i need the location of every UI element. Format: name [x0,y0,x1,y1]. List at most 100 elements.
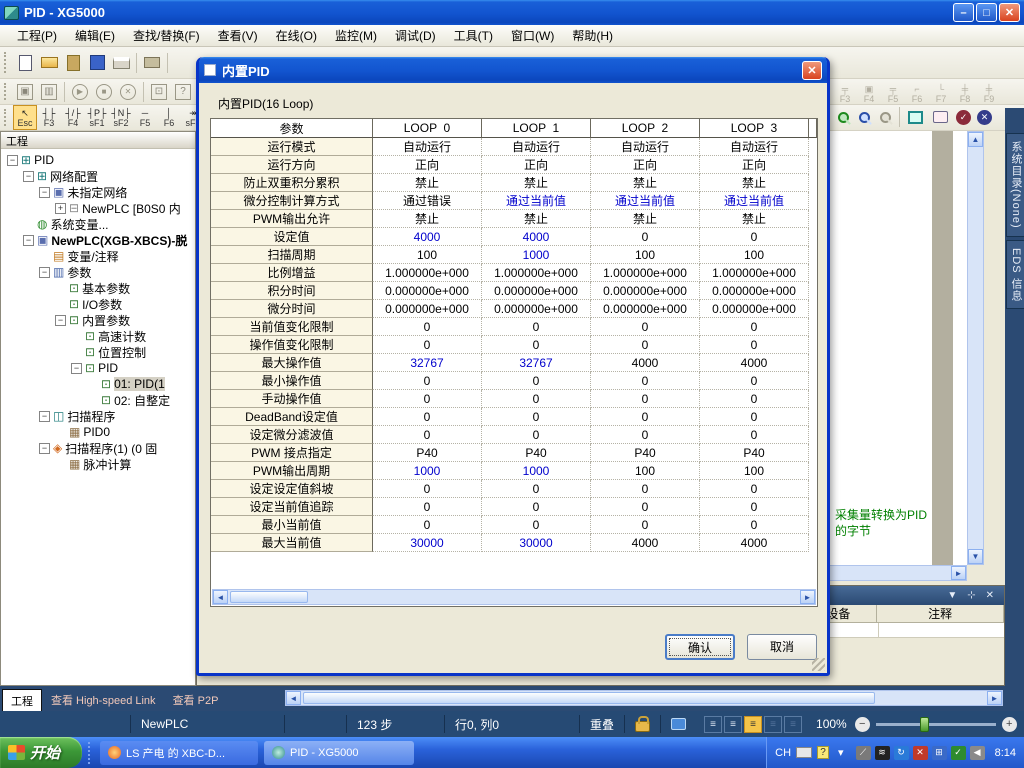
param-value-cell[interactable]: 0 [700,480,809,498]
basket-icon[interactable]: ▥ [37,80,61,104]
param-value-cell[interactable]: 100 [373,246,482,264]
param-value-cell[interactable]: 禁止 [591,174,700,192]
reject-icon[interactable]: ✕ [977,110,992,125]
menu-item[interactable]: 窗口(W) [502,24,563,47]
pen-view-icon[interactable]: ≡ [724,716,742,733]
monitor-icon[interactable] [661,715,696,733]
panel-tab-view[interactable]: 查看 High-speed Link [43,689,164,711]
abort-icon[interactable]: ✕ [116,80,140,104]
save-icon[interactable] [85,51,109,75]
collapse-icon[interactable]: − [39,267,50,278]
pin-icon[interactable]: ⊹ [967,590,975,601]
param-value-cell[interactable]: 0 [700,318,809,336]
param-value-cell[interactable]: 30000 [482,534,591,552]
tree-item[interactable]: −◈扫描程序(1) (0 固 [1,440,195,456]
param-value-cell[interactable]: 0.000000e+000 [591,300,700,318]
accept-icon[interactable]: ✓ [956,110,971,125]
zoom-out-button[interactable]: − [855,717,870,732]
run-icon[interactable]: ▶ [68,80,92,104]
param-value-cell[interactable]: 禁止 [482,174,591,192]
tree-item[interactable]: −◫扫描程序 [1,408,195,424]
param-value-cell[interactable]: 1.000000e+000 [482,264,591,282]
toolbar-grip[interactable] [4,52,9,74]
param-value-cell[interactable]: 0 [591,480,700,498]
tree-item[interactable]: ⊡位置控制 [1,344,195,360]
keyboard-icon[interactable] [796,747,812,758]
menu-item[interactable]: 帮助(H) [563,24,622,47]
param-value-cell[interactable]: 0 [482,426,591,444]
param-value-cell[interactable]: 0 [591,390,700,408]
tree-item[interactable]: −⊞PID [1,152,195,168]
ladder-tool-esc[interactable]: ↖Esc [13,105,37,130]
param-value-cell[interactable]: 1.000000e+000 [700,264,809,282]
param-value-cell[interactable]: 4000 [591,534,700,552]
ladder-tool-sf1[interactable]: ┤P├sF1 [85,105,109,130]
close-button[interactable]: ✕ [999,3,1020,22]
frame-icon[interactable]: ▣ [13,80,37,104]
grid-horizontal-scrollbar[interactable]: ◄ ► [212,589,816,605]
info-icon[interactable]: ⊡ [147,80,171,104]
minimize-button[interactable]: – [953,3,974,22]
print-icon[interactable] [109,51,133,75]
param-value-cell[interactable]: 1.000000e+000 [373,264,482,282]
scroll-right-icon[interactable]: ► [800,590,815,604]
tree-item[interactable]: ⊡基本参数 [1,280,195,296]
tree-item[interactable]: −▥参数 [1,264,195,280]
param-value-cell[interactable]: 自动运行 [373,138,482,156]
scroll-left-icon[interactable]: ◄ [286,691,301,705]
param-value-cell[interactable]: 0 [591,426,700,444]
param-value-cell[interactable]: 1000 [482,246,591,264]
param-value-cell[interactable]: 0 [373,390,482,408]
comment-icon[interactable] [933,111,948,123]
param-value-cell[interactable]: 0 [700,498,809,516]
ladder-tool-f3[interactable]: ┤├F3 [37,105,61,130]
param-value-cell[interactable]: 32767 [373,354,482,372]
param-value-cell[interactable]: 0.000000e+000 [373,300,482,318]
param-value-cell[interactable]: 0 [373,372,482,390]
param-value-cell[interactable]: 0 [373,336,482,354]
ladder-tool-f5[interactable]: ─F5 [133,105,157,130]
param-value-cell[interactable]: 0 [700,516,809,534]
ladder-tool-sf2[interactable]: ┤N├sF2 [109,105,133,130]
tree-item[interactable]: −⊡内置参数 [1,312,195,328]
toolbar-grip[interactable] [4,109,9,127]
menu-item[interactable]: 编辑(E) [66,24,124,47]
param-value-cell[interactable]: 0 [482,336,591,354]
param-value-cell[interactable]: 0.000000e+000 [700,282,809,300]
help-tip-icon[interactable]: ? [171,80,195,104]
tree-item[interactable]: −⊡PID [1,360,195,376]
param-value-cell[interactable]: 1.000000e+000 [591,264,700,282]
tree-item[interactable]: −▣NewPLC(XGB-XBCS)-脱 [1,232,195,248]
param-value-cell[interactable]: P40 [482,444,591,462]
param-value-cell[interactable]: 0 [482,318,591,336]
network-icon[interactable]: ⊞ [932,746,947,760]
param-value-cell[interactable]: 0 [591,228,700,246]
collapse-icon[interactable]: − [55,315,66,326]
scroll-left-icon[interactable]: ◄ [213,590,228,604]
tree-item[interactable]: ⊡I/O参数 [1,296,195,312]
param-value-cell[interactable]: 0 [373,498,482,516]
param-value-cell[interactable]: 100 [700,462,809,480]
ok-button[interactable]: 确认 [665,634,735,660]
param-value-cell[interactable]: 自动运行 [591,138,700,156]
param-value-cell[interactable]: 4000 [700,534,809,552]
panel-tab-project[interactable]: 工程 [2,689,42,711]
param-value-cell[interactable]: 0 [591,516,700,534]
param-value-cell[interactable]: 禁止 [700,174,809,192]
param-value-cell[interactable]: 0 [482,516,591,534]
start-button[interactable]: 开始 [0,737,82,768]
param-value-cell[interactable]: 正向 [591,156,700,174]
tree-item[interactable]: −⊞网络配置 [1,168,195,184]
scroll-down-icon[interactable]: ▼ [968,549,983,564]
panel-close-icon[interactable]: ✕ [986,590,994,601]
open-folder-icon[interactable] [37,51,61,75]
column-comment[interactable]: 注释 [877,605,1004,622]
param-value-cell[interactable]: 0 [700,372,809,390]
param-value-cell[interactable]: 0.000000e+000 [373,282,482,300]
param-value-cell[interactable]: 通过错误 [373,192,482,210]
lines-view-icon[interactable]: ≡ [784,716,802,733]
help-icon[interactable]: ? [817,746,829,759]
volume-icon[interactable]: ◀ [970,746,985,760]
sync-icon[interactable]: ↻ [894,746,909,760]
param-value-cell[interactable]: 100 [591,246,700,264]
